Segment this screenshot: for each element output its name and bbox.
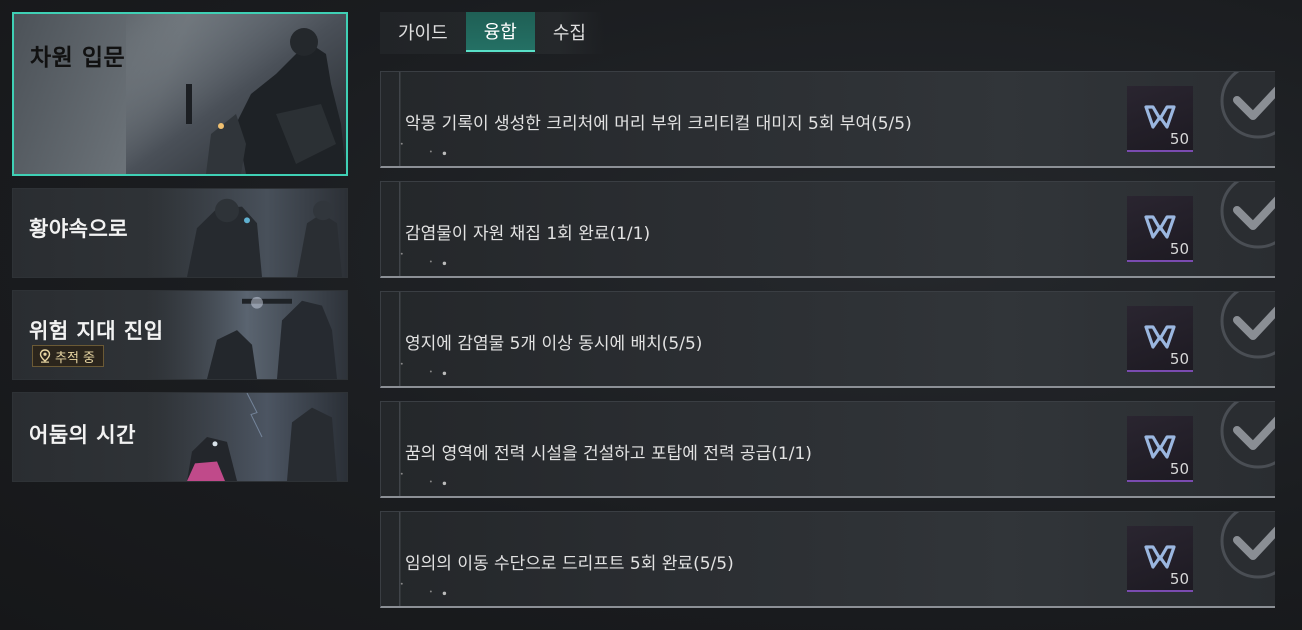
tab-guide[interactable]: 가이드 [380, 12, 466, 52]
mission-text: 임의의 이동 수단으로 드리프트 5회 완료(5/5) [405, 554, 734, 574]
mission-text: 악몽 기록이 생성한 크리처에 머리 부위 크리티컬 대미지 5회 부여(5/5… [405, 114, 912, 134]
m-token-icon [1144, 105, 1176, 129]
reward-item[interactable]: 50 [1127, 526, 1193, 592]
chapter-art-image [147, 393, 347, 481]
chapter-art-image [126, 14, 346, 174]
claim-check-button[interactable] [1213, 72, 1275, 146]
tracking-badge: 추적 중 [32, 345, 105, 367]
checkmark-circle-icon [1220, 182, 1275, 249]
chapter-title: 위험 지대 진입 [29, 319, 164, 343]
mission-row[interactable]: 꿈의 영역에 전력 시설을 건설하고 포탑에 전력 공급(1/1) 50 [380, 401, 1275, 498]
tab-collection[interactable]: 수집 [535, 12, 604, 52]
checkmark-circle-icon [1220, 292, 1275, 359]
checkmark-circle-icon [1220, 402, 1275, 469]
chapter-title: 황야속으로 [29, 217, 129, 241]
claim-check-button[interactable] [1213, 182, 1275, 256]
mission-row[interactable]: 감염물이 자원 채집 1회 완료(1/1) 50 [380, 181, 1275, 278]
m-token-icon [1144, 435, 1176, 459]
reward-quantity: 50 [1169, 570, 1189, 588]
reward-item[interactable]: 50 [1127, 86, 1193, 152]
chapter-card-danger-zone[interactable]: 위험 지대 진입 추적 중 [12, 290, 348, 380]
reward-quantity: 50 [1169, 240, 1189, 258]
tab-bar: 가이드 융합 수집 [380, 12, 604, 54]
reward-quantity: 50 [1169, 460, 1189, 478]
chapter-card-hour-of-darkness[interactable]: 어둠의 시간 [12, 392, 348, 482]
chapter-art-image [147, 189, 347, 277]
m-token-icon [1144, 325, 1176, 349]
tracking-badge-label: 추적 중 [55, 350, 96, 366]
claim-check-button[interactable] [1213, 402, 1275, 476]
mission-row[interactable]: 악몽 기록이 생성한 크리처에 머리 부위 크리티컬 대미지 5회 부여(5/5… [380, 71, 1275, 168]
location-pin-icon [39, 349, 51, 363]
chapter-title: 어둠의 시간 [29, 423, 136, 447]
checkmark-circle-icon [1220, 72, 1275, 139]
chapter-card-dimension-intro[interactable]: 차원 입문 [12, 12, 348, 176]
claim-check-button[interactable] [1213, 292, 1275, 366]
reward-item[interactable]: 50 [1127, 306, 1193, 372]
chapter-art-image [147, 291, 347, 379]
reward-quantity: 50 [1169, 350, 1189, 368]
mission-text: 꿈의 영역에 전력 시설을 건설하고 포탑에 전력 공급(1/1) [405, 444, 812, 464]
mission-text: 감염물이 자원 채집 1회 완료(1/1) [405, 224, 651, 244]
reward-item[interactable]: 50 [1127, 196, 1193, 262]
m-token-icon [1144, 215, 1176, 239]
mission-row[interactable]: 임의의 이동 수단으로 드리프트 5회 완료(5/5) 50 [380, 511, 1275, 608]
chapter-card-into-wilderness[interactable]: 황야속으로 [12, 188, 348, 278]
tab-fusion[interactable]: 융합 [465, 12, 535, 52]
chapter-title: 차원 입문 [30, 45, 126, 71]
mission-row[interactable]: 영지에 감염물 5개 이상 동시에 배치(5/5) 50 [380, 291, 1275, 388]
claim-check-button[interactable] [1213, 512, 1275, 586]
quest-screen: 차원 입문 황야속으로 위험 지대 진입 추적 중 어둠의 시간 가이드 융합 … [0, 0, 1302, 630]
m-token-icon [1144, 545, 1176, 569]
chapter-list: 차원 입문 황야속으로 위험 지대 진입 추적 중 어둠의 시간 [12, 12, 350, 494]
mission-list: 악몽 기록이 생성한 크리처에 머리 부위 크리티컬 대미지 5회 부여(5/5… [380, 71, 1276, 621]
reward-item[interactable]: 50 [1127, 416, 1193, 482]
reward-quantity: 50 [1169, 130, 1189, 148]
mission-text: 영지에 감염물 5개 이상 동시에 배치(5/5) [405, 334, 703, 354]
checkmark-circle-icon [1220, 512, 1275, 579]
